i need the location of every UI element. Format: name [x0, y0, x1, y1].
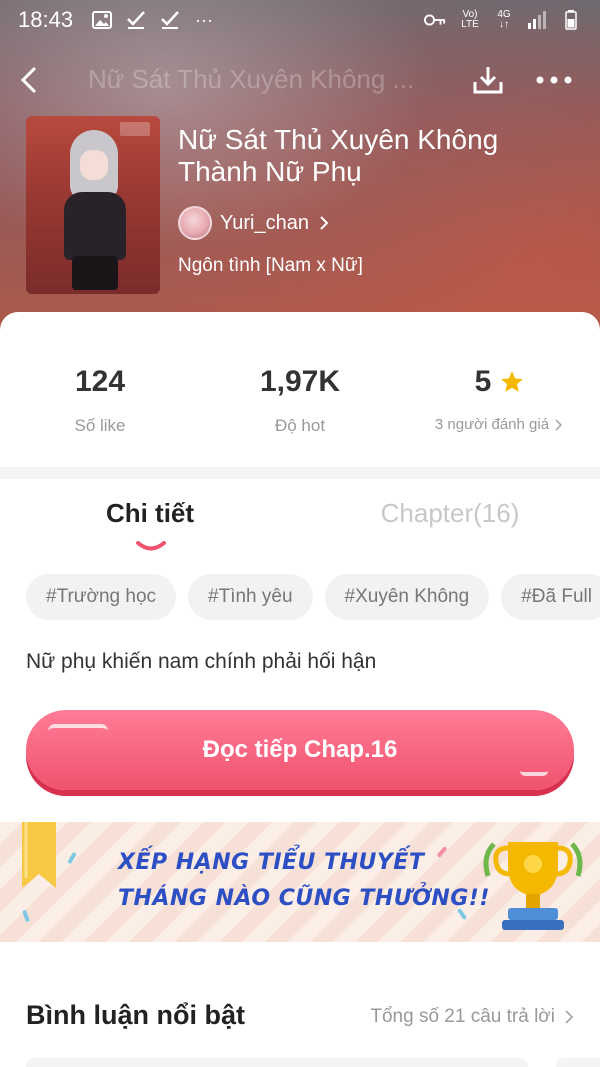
- signal-icon: [526, 9, 548, 31]
- author-avatar: [178, 206, 212, 240]
- section-divider: [0, 467, 600, 479]
- stat-hot: 1,97K Độ hot: [200, 360, 400, 436]
- featured-comments-title: Bình luận nổi bật: [26, 1000, 245, 1030]
- check-icon: [125, 9, 147, 31]
- back-button[interactable]: [12, 60, 46, 100]
- button-shine: [48, 724, 108, 738]
- story-description: Nữ phụ khiến nam chính phải hối hận: [26, 650, 377, 673]
- image-icon: [91, 9, 113, 31]
- stats-row: 124 Số like 1,97K Độ hot 5 3 người đánh …: [0, 360, 600, 460]
- status-notifications: ···: [91, 9, 215, 31]
- status-bar: 18:43 ··· Vo) LTE 4G ↓↑: [0, 0, 600, 40]
- banner-headline: XẾP HẠNG TIỂU THUYẾT: [118, 850, 425, 875]
- chevron-right-icon: [319, 216, 333, 230]
- download-icon: [473, 67, 503, 94]
- back-arrow-icon: [20, 66, 37, 94]
- tag-chip[interactable]: #Tình yêu: [188, 574, 313, 620]
- nav-title: Nữ Sát Thủ Xuyên Không ...: [88, 64, 415, 94]
- story-genre: Ngôn tình [Nam x Nữ]: [178, 255, 363, 276]
- key-icon: [424, 9, 446, 31]
- tag-list: #Trường học #Tình yêu #Xuyên Không #Đã Full: [26, 574, 600, 620]
- rating-value-row: 5: [475, 360, 526, 404]
- confetti: [22, 909, 30, 923]
- confetti: [436, 846, 448, 858]
- confetti: [67, 851, 77, 865]
- chevron-right-icon: [565, 1010, 574, 1024]
- comment-card-peek: [556, 1058, 600, 1067]
- rating-value: 5: [474, 365, 492, 398]
- volte-bottom-text: LTE: [461, 19, 479, 30]
- hot-label: Độ hot: [274, 416, 326, 435]
- story-title: Nữ Sát Thủ Xuyên Không Thành Nữ Phụ: [178, 124, 499, 187]
- more-dots-icon: [536, 76, 572, 84]
- story-cover-image[interactable]: [26, 116, 160, 294]
- more-notifications-icon: ···: [195, 9, 214, 30]
- cover-character-illustration: [56, 130, 132, 290]
- story-detail-card: 124 Số like 1,97K Độ hot 5 3 người đánh …: [0, 312, 600, 1067]
- rating-label: 3 người đánh giá: [434, 416, 550, 433]
- author-name: Yuri_chan: [220, 211, 309, 234]
- story-header: 18:43 ··· Vo) LTE 4G ↓↑ Nữ Sát Thủ Xuyên…: [0, 0, 600, 340]
- tag-chip[interactable]: #Trường học: [26, 574, 177, 620]
- more-options-button[interactable]: [532, 60, 576, 100]
- bookmark-ribbon-icon: [22, 822, 56, 888]
- promo-banner[interactable]: XẾP HẠNG TIỂU THUYẾT THÁNG NÀO CŨNG THƯỞ…: [0, 822, 600, 942]
- button-shine: [520, 766, 548, 776]
- author-link[interactable]: Yuri_chan: [178, 206, 333, 240]
- active-tab-indicator: [136, 541, 166, 551]
- data-arrows-icon: ↓↑: [499, 19, 509, 30]
- likes-value: 124: [74, 365, 126, 398]
- tab-chapter[interactable]: Chapter(16): [300, 498, 600, 529]
- featured-comments-header: Bình luận nổi bật Tổng số 21 câu trả lời: [26, 1000, 574, 1040]
- hot-value: 1,97K: [259, 365, 341, 398]
- comments-count: Tổng số 21 câu trả lời: [370, 1006, 555, 1027]
- continue-reading-button[interactable]: Đọc tiếp Chap.16: [26, 710, 574, 790]
- stat-rating[interactable]: 5 3 người đánh giá: [400, 360, 600, 433]
- continue-reading-label: Đọc tiếp Chap.16: [202, 736, 398, 763]
- rating-count-row: 3 người đánh giá: [400, 416, 600, 433]
- trophy-icon: [483, 842, 583, 930]
- all-comments-link[interactable]: Tổng số 21 câu trả lời: [370, 1006, 574, 1028]
- top-nav: Nữ Sát Thủ Xuyên Không ...: [0, 52, 600, 108]
- stat-likes: 124 Số like: [0, 360, 200, 436]
- download-button[interactable]: [468, 60, 508, 100]
- check-icon: [159, 9, 181, 31]
- status-time: 18:43: [18, 7, 74, 32]
- likes-label: Số like: [74, 416, 126, 435]
- star-icon: [499, 369, 525, 395]
- comment-card-peek: [26, 1058, 528, 1067]
- detail-tabs: Chi tiết Chapter(16): [0, 498, 600, 558]
- network-icon: 4G ↓↑: [494, 9, 514, 31]
- battery-icon: [560, 9, 582, 31]
- status-system-icons: Vo) LTE 4G ↓↑: [424, 9, 582, 31]
- tag-chip[interactable]: #Đã Full: [501, 574, 600, 620]
- volte-icon: Vo) LTE: [458, 9, 482, 31]
- tab-detail[interactable]: Chi tiết: [0, 498, 300, 529]
- banner-subheadline: THÁNG NÀO CŨNG THƯỞNG!!: [118, 886, 490, 911]
- tag-chip[interactable]: #Xuyên Không: [324, 574, 490, 620]
- chevron-right-icon: [555, 418, 565, 431]
